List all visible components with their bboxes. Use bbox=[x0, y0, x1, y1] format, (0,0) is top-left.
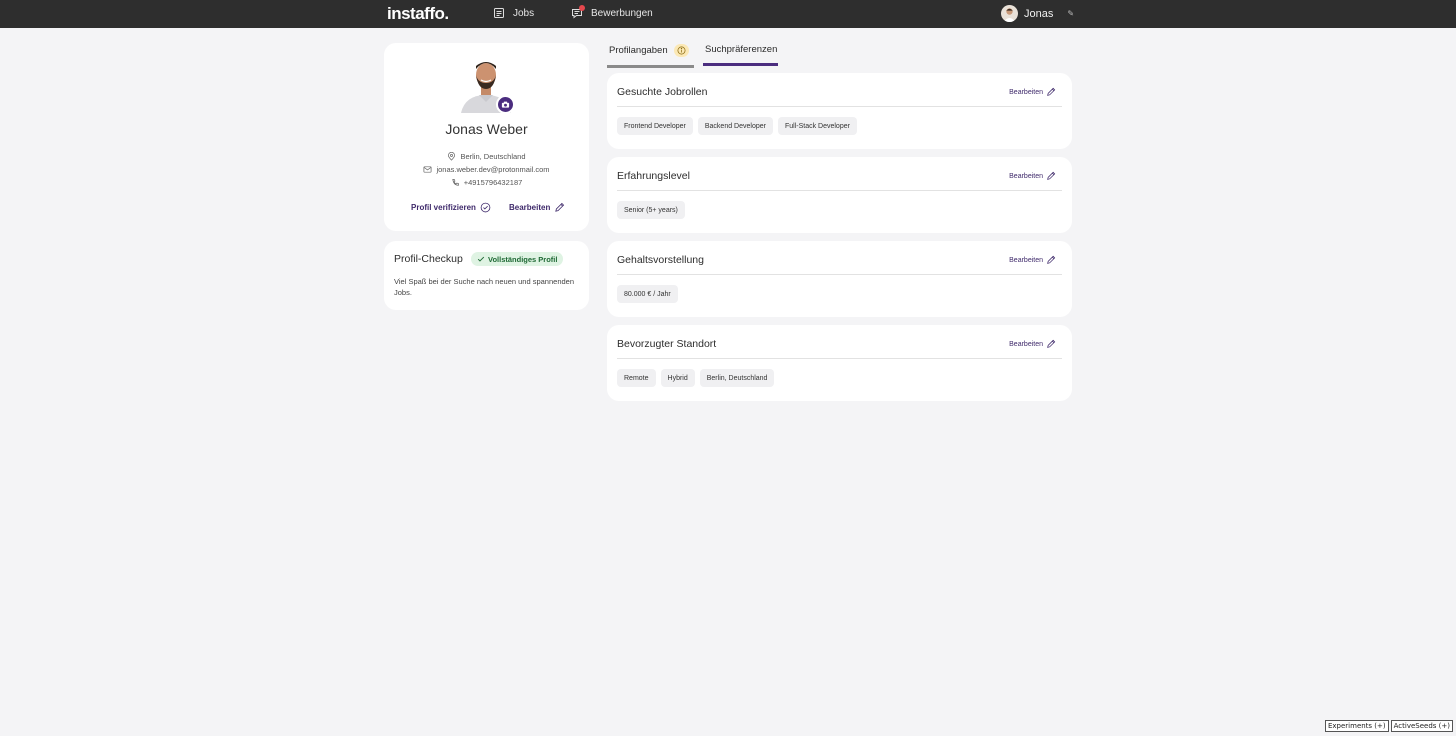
edit-label: Bearbeiten bbox=[1009, 340, 1043, 348]
edit-label: Bearbeiten bbox=[1009, 88, 1043, 96]
chip-list: Senior (5+ years) bbox=[617, 201, 685, 219]
profile-phone: +4915796432187 bbox=[384, 178, 589, 187]
active-seeds-button[interactable]: ActiveSeeds (+) bbox=[1390, 720, 1453, 732]
camera-icon bbox=[501, 101, 510, 108]
user-name: Jonas bbox=[1024, 7, 1054, 20]
chip: Remote bbox=[617, 369, 656, 387]
user-avatar bbox=[1001, 5, 1018, 22]
checkup-description: Viel Spaß bei der Suche nach neuen und s… bbox=[394, 277, 575, 297]
edit-label: Bearbeiten bbox=[1009, 172, 1043, 180]
profile-email: jonas.weber.dev@protonmail.com bbox=[384, 165, 589, 174]
chip: Frontend Developer bbox=[617, 117, 693, 135]
chip: 80.000 € / Jahr bbox=[617, 285, 678, 303]
pref-card-gehaltsvorstellung: Gehaltsvorstellung Bearbeiten 80.000 € /… bbox=[607, 241, 1072, 317]
check-circle-icon bbox=[480, 202, 491, 213]
checkmark-icon bbox=[477, 256, 485, 262]
phone-icon bbox=[452, 178, 459, 186]
chip-list: 80.000 € / Jahr bbox=[617, 285, 678, 303]
edit-gehalt-button[interactable]: Bearbeiten bbox=[1009, 255, 1056, 265]
nav-jobs[interactable]: Jobs bbox=[493, 7, 534, 19]
divider bbox=[617, 358, 1062, 359]
pref-title: Bevorzugter Standort bbox=[617, 338, 717, 350]
profile-name: Jonas Weber bbox=[445, 121, 528, 137]
change-photo-button[interactable] bbox=[496, 95, 515, 114]
info-icon bbox=[673, 44, 689, 57]
profile-location-text: Berlin, Deutschland bbox=[460, 152, 526, 161]
instaffo-logo[interactable]: instaffo. bbox=[387, 4, 449, 24]
tab-profilangaben[interactable]: Profilangaben bbox=[607, 44, 694, 68]
profile-phone-text: +4915796432187 bbox=[463, 178, 523, 187]
pencil-icon[interactable]: ✎ bbox=[1067, 9, 1074, 18]
pref-card-jobrollen: Gesuchte Jobrollen Bearbeiten Frontend D… bbox=[607, 73, 1072, 149]
status-badge: Vollständiges Profil bbox=[471, 252, 564, 266]
pref-title: Gehaltsvorstellung bbox=[617, 254, 704, 266]
pencil-icon bbox=[1047, 339, 1056, 348]
pref-card-standort: Bevorzugter Standort Bearbeiten Remote H… bbox=[607, 325, 1072, 401]
chip: Full-Stack Developer bbox=[777, 117, 857, 135]
profile-location: Berlin, Deutschland bbox=[384, 152, 589, 161]
pref-title: Erfahrungslevel bbox=[617, 170, 690, 182]
tab-suchpraeferenzen-label: Suchpräferenzen bbox=[705, 44, 778, 55]
notification-dot bbox=[579, 5, 585, 11]
edit-profile-button[interactable]: Bearbeiten bbox=[509, 202, 565, 213]
edit-erfahrungslevel-button[interactable]: Bearbeiten bbox=[1009, 171, 1056, 181]
nav-bewerbungen[interactable]: Bewerbungen bbox=[571, 5, 653, 19]
tab-suchpraeferenzen[interactable]: Suchpräferenzen bbox=[703, 44, 778, 66]
mail-icon bbox=[423, 166, 432, 173]
nav-jobs-label: Jobs bbox=[513, 7, 535, 19]
list-icon bbox=[494, 8, 504, 18]
chip-list: Frontend Developer Backend Developer Ful… bbox=[617, 117, 857, 135]
verify-profile-button[interactable]: Profil verifizieren bbox=[411, 202, 491, 213]
experiments-button[interactable]: Experiments (+) bbox=[1324, 720, 1389, 732]
edit-jobrollen-button[interactable]: Bearbeiten bbox=[1009, 87, 1056, 97]
chip: Berlin, Deutschland bbox=[699, 369, 775, 387]
divider bbox=[617, 190, 1062, 191]
user-menu[interactable]: Jonas ✎ bbox=[1001, 5, 1074, 22]
top-navigation-bar: instaffo. Jobs Bewerbungen Jonas ✎ bbox=[0, 0, 1456, 28]
pencil-icon bbox=[1047, 255, 1056, 264]
debug-toolbar: Experiments (+) ActiveSeeds (+) bbox=[1324, 720, 1453, 732]
pref-card-erfahrungslevel: Erfahrungslevel Bearbeiten Senior (5+ ye… bbox=[607, 157, 1072, 233]
nav-bewerbungen-label: Bewerbungen bbox=[591, 7, 653, 19]
edit-standort-button[interactable]: Bearbeiten bbox=[1009, 339, 1056, 349]
status-badge-label: Vollständiges Profil bbox=[488, 254, 558, 264]
verify-profile-label: Profil verifizieren bbox=[411, 203, 476, 212]
profile-email-text: jonas.weber.dev@protonmail.com bbox=[436, 165, 550, 174]
pencil-icon bbox=[555, 202, 565, 212]
edit-profile-label: Bearbeiten bbox=[509, 203, 551, 212]
chip-list: Remote Hybrid Berlin, Deutschland bbox=[617, 369, 775, 387]
pencil-icon bbox=[1047, 87, 1056, 96]
divider bbox=[617, 274, 1062, 275]
tab-profilangaben-label: Profilangaben bbox=[609, 45, 668, 56]
divider bbox=[617, 106, 1062, 107]
pref-title: Gesuchte Jobrollen bbox=[617, 86, 708, 98]
checkup-title: Profil-Checkup bbox=[394, 253, 463, 265]
chip: Hybrid bbox=[660, 369, 695, 387]
edit-label: Bearbeiten bbox=[1009, 256, 1043, 264]
pencil-icon bbox=[1047, 171, 1056, 180]
location-pin-icon bbox=[448, 152, 456, 161]
chip: Senior (5+ years) bbox=[617, 201, 685, 219]
chip: Backend Developer bbox=[697, 117, 773, 135]
